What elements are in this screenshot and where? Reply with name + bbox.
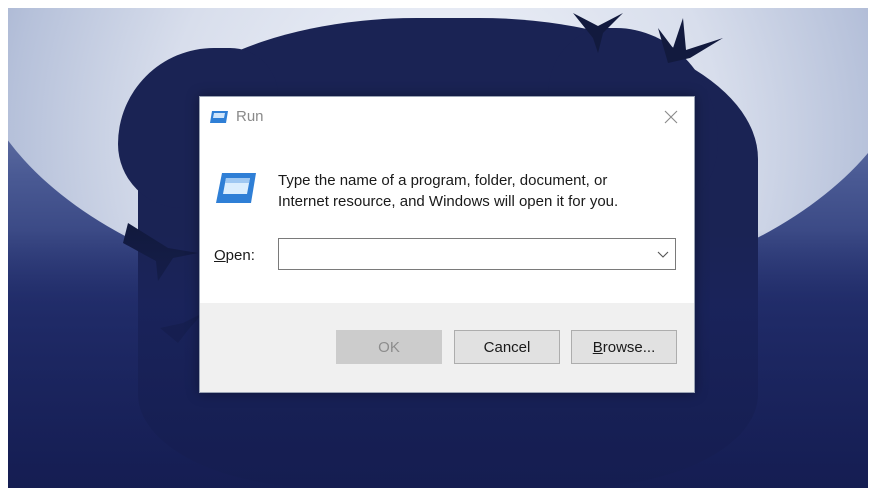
chevron-down-icon[interactable] xyxy=(657,249,669,259)
dialog-title: Run xyxy=(236,108,264,125)
title-bar[interactable]: Run xyxy=(200,97,694,139)
browse-button[interactable]: Browse... xyxy=(571,330,677,364)
run-dialog: Run Type the name of a program, folder, … xyxy=(199,96,695,393)
open-label-mnemonic: O xyxy=(214,247,226,264)
browse-mnemonic: B xyxy=(592,338,603,356)
run-icon xyxy=(210,111,228,123)
cancel-button[interactable]: Cancel xyxy=(454,330,560,364)
open-label-text: pen: xyxy=(225,247,255,264)
description-line: Internet resource, and Windows will open… xyxy=(278,193,619,210)
crow-icon xyxy=(658,18,723,63)
open-label: Open: xyxy=(214,247,255,264)
close-button[interactable] xyxy=(648,97,694,137)
open-combobox[interactable] xyxy=(278,238,676,270)
description-line: Type the name of a program, folder, docu… xyxy=(278,172,608,189)
close-icon xyxy=(664,110,678,124)
browse-label: rowse... xyxy=(602,338,656,356)
run-icon xyxy=(216,173,256,203)
crow-icon xyxy=(573,13,623,53)
ok-button[interactable]: OK xyxy=(336,330,442,364)
dialog-description: Type the name of a program, folder, docu… xyxy=(278,170,678,212)
open-input[interactable] xyxy=(283,243,647,267)
dialog-footer: OK Cancel Browse... xyxy=(200,303,694,392)
